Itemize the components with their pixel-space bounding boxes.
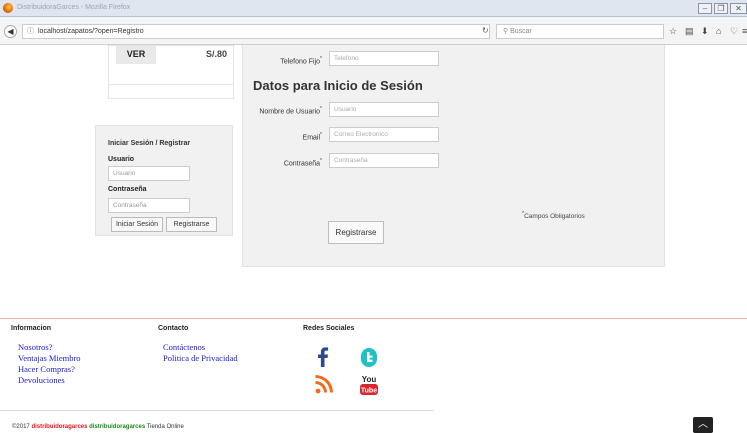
browser-navbar: ◀ ⓘ localhost/zapatos/?open=Registro ↻ ⚲ …: [0, 17, 747, 45]
login-password-input[interactable]: Contraseña: [108, 198, 190, 213]
registration-panel: Telefono Fijo* Telefono Datos para Inici…: [242, 45, 665, 267]
product-card: VER S/.80: [108, 45, 234, 99]
back-icon[interactable]: ◀: [4, 25, 17, 38]
svg-text:You: You: [362, 375, 377, 384]
search-icon: ⚲: [503, 28, 509, 35]
brand-red: distribuidoragarces: [31, 424, 88, 430]
info-heading: Informacion: [11, 325, 52, 332]
rss-icon[interactable]: [311, 373, 335, 397]
login-data-section-title: Datos para Inicio de Sesión: [253, 78, 423, 93]
email-label: Email*: [302, 132, 322, 142]
window-titlebar: DistribuidoraGarces - Mozilla Firefox – …: [0, 0, 747, 17]
usuario-label: Usuario: [108, 156, 135, 163]
footer-divider: [0, 318, 747, 319]
search-placeholder: Buscar: [510, 28, 532, 35]
chevron-up-icon: ︿: [698, 419, 708, 430]
window-title: DistribuidoraGarces - Mozilla Firefox: [17, 4, 131, 11]
password-label: Contraseña*: [283, 158, 322, 168]
twitter-icon[interactable]: [357, 345, 381, 369]
url-bar[interactable]: ⓘ localhost/zapatos/?open=Registro: [22, 24, 490, 39]
home-icon[interactable]: ⌂: [716, 26, 721, 37]
login-register-button[interactable]: Registrarse: [166, 217, 217, 232]
login-panel: Iniciar Sesión / Registrar Usuario Usuar…: [95, 125, 233, 236]
search-bar[interactable]: ⚲ Buscar: [496, 24, 664, 39]
reload-icon[interactable]: ↻: [482, 26, 489, 35]
telefono-label: Telefono Fijo*: [280, 56, 322, 66]
star-icon[interactable]: ☆: [669, 26, 677, 37]
copyright-text: ©2017 distribuidoragarces distribuidorag…: [12, 424, 184, 430]
login-username-input[interactable]: Usuario: [108, 166, 190, 181]
maximize-button[interactable]: ❐: [714, 3, 728, 14]
clipboard-icon[interactable]: ▤: [685, 26, 694, 37]
link-contactenos[interactable]: Contáctenos: [163, 342, 205, 352]
url-text: localhost/zapatos/?open=Registro: [38, 28, 144, 35]
pocket-icon[interactable]: ♡: [730, 26, 738, 37]
link-politica-privacidad[interactable]: Politica de Privacidad: [163, 353, 238, 363]
email-input[interactable]: Correo Electronico: [329, 127, 439, 142]
required-fields-note: *Campos Obligatorios: [522, 211, 585, 221]
social-heading: Redes Sociales: [303, 325, 355, 332]
login-title: Iniciar Sesión / Registrar: [108, 140, 191, 147]
ver-button[interactable]: VER: [116, 46, 156, 64]
minimize-button[interactable]: –: [698, 3, 712, 14]
card-divider: [109, 84, 233, 85]
link-ventajas-miembro[interactable]: Ventajas Miembro: [18, 353, 81, 363]
youtube-icon[interactable]: You Tube: [357, 373, 381, 397]
contrasena-label: Contraseña: [108, 186, 147, 193]
info-icon[interactable]: ⓘ: [27, 28, 34, 35]
firefox-logo-icon: [3, 3, 13, 13]
register-submit-button[interactable]: Registrarse: [328, 221, 384, 244]
download-icon[interactable]: ⬇: [701, 26, 709, 37]
password-input[interactable]: Contraseña: [329, 153, 439, 168]
svg-text:Tube: Tube: [361, 388, 377, 395]
scroll-to-top-button[interactable]: ︿: [693, 417, 713, 433]
close-button[interactable]: ✕: [730, 3, 747, 14]
brand-green: distribuidoragarces: [89, 424, 146, 430]
username-label: Nombre de Usuario*: [259, 106, 322, 116]
username-input[interactable]: Usuario: [329, 102, 439, 117]
menu-icon[interactable]: ≡: [742, 26, 747, 37]
link-hacer-compras[interactable]: Hacer Compras?: [18, 364, 75, 374]
contact-heading: Contacto: [158, 325, 189, 332]
link-nosotros[interactable]: Nosotros?: [18, 342, 52, 352]
login-button[interactable]: Iniciar Sesión: [111, 217, 163, 232]
link-devoluciones[interactable]: Devoluciones: [18, 375, 65, 385]
copyright-divider: [0, 410, 434, 411]
telefono-input[interactable]: Telefono: [329, 51, 439, 66]
facebook-icon[interactable]: [311, 345, 335, 369]
